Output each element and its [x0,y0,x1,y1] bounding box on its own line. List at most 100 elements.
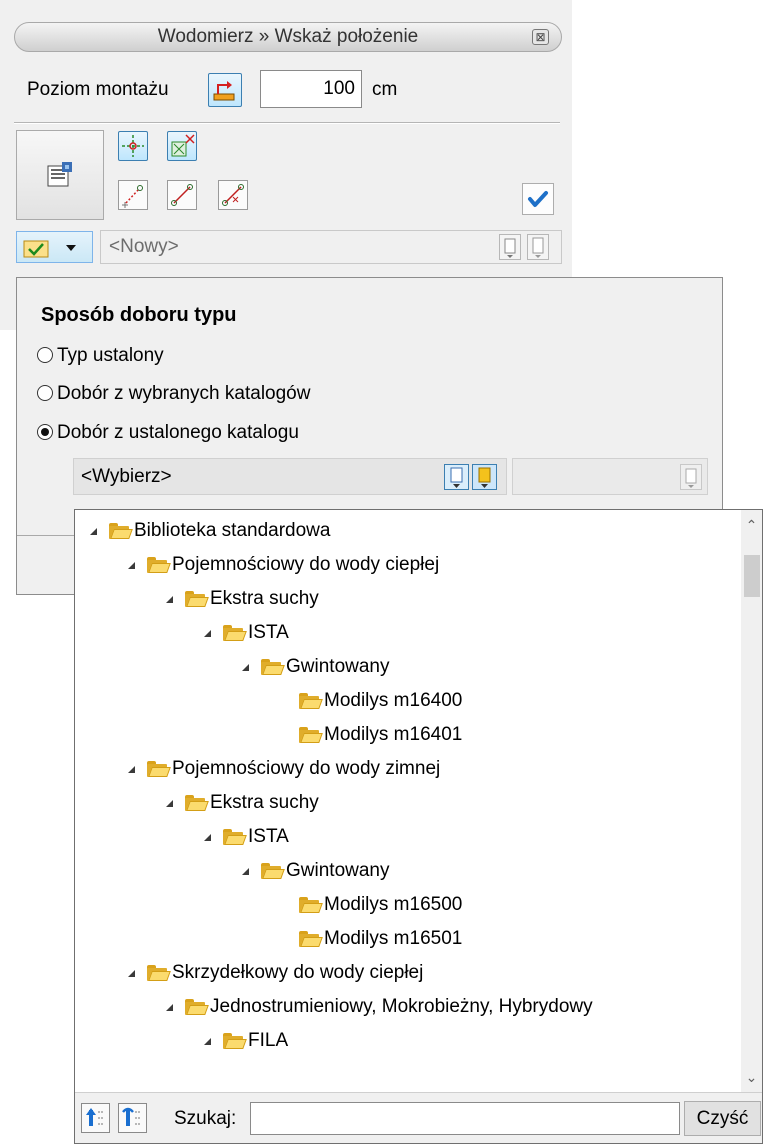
tree-item-label: Ekstra suchy [210,588,319,609]
folder-icon [185,795,209,811]
checked-folder-icon [23,240,49,258]
type-new-button[interactable] [499,234,521,260]
radio-button[interactable] [37,347,53,363]
expand-arrow-icon[interactable] [166,596,173,603]
expand-arrow-icon[interactable] [128,562,135,569]
radio-label: Typ ustalony [57,345,164,366]
line-offset-button[interactable] [218,180,248,210]
expand-arrow-icon[interactable] [166,800,173,807]
folder-icon [147,557,171,573]
line-between-icon [171,184,193,206]
catalog-side-button[interactable] [680,464,702,490]
tree-item-label: Modilys m16400 [324,690,463,711]
window-title: Wodomierz » Wskaż położenie [157,26,419,47]
expand-arrow-icon[interactable] [166,1004,173,1011]
radio-button-checked[interactable] [37,424,53,440]
save-type-icon [532,237,544,258]
vertical-scrollbar[interactable]: ⌃ ⌄ [741,510,762,1092]
folder-icon [261,659,285,675]
start-line-icon [122,185,143,208]
type-combo-value: <Nowy> [109,236,179,257]
expand-arrow-icon[interactable] [90,528,97,535]
folder-icon [223,1033,247,1049]
properties-button[interactable] [16,130,104,220]
folder-icon [147,761,171,777]
folder-icon [223,625,247,641]
insert-point-button[interactable] [118,131,148,161]
folder-icon [299,897,323,913]
insert-in-box-icon [171,134,195,157]
catalog-browse-button[interactable] [444,464,469,490]
tree-item-label: Ekstra suchy [210,792,319,813]
expand-arrow-icon[interactable] [242,868,249,875]
close-icon[interactable]: ⊠ [532,29,549,45]
scroll-up-icon[interactable]: ⌃ [741,510,762,534]
expand-arrow-icon[interactable] [128,766,135,773]
search-label: Szukaj: [174,1108,237,1129]
radio-label: Dobór z wybranych katalogów [57,383,311,404]
catalog-side-field [512,458,708,495]
type-save-button[interactable] [527,234,549,260]
chevron-down-icon [66,245,76,251]
catalog-document-icon [450,467,463,488]
document-icon [685,468,697,488]
catalog-tree[interactable]: Biblioteka standardowa Pojemnościowy do w… [75,510,742,1092]
folder-icon [147,965,171,981]
tree-item-label: Modilys m16401 [324,724,463,745]
expand-arrow-icon[interactable] [204,1038,211,1045]
search-input[interactable] [250,1102,680,1135]
tree-item-label: Gwintowany [286,860,390,881]
confirm-button[interactable] [522,183,554,215]
folder-icon [299,693,323,709]
popup-heading: Sposób doboru typu [41,304,237,326]
catalog-combo[interactable]: <Wybierz> [73,458,507,495]
radio-button[interactable] [37,385,53,401]
tree-item-label: Modilys m16501 [324,928,463,949]
line-between-button[interactable] [167,180,197,210]
type-combo[interactable]: <Nowy> [100,230,562,264]
insert-point-icon [122,135,144,157]
collapse-all-button[interactable] [118,1103,147,1133]
tree-item-label: Jednostrumieniowy, Mokrobieżny, Hybrydow… [210,996,593,1017]
tree-item-label: Modilys m16500 [324,894,463,915]
document-icon [504,238,516,258]
expand-all-button[interactable] [81,1103,110,1133]
expand-arrow-icon[interactable] [242,664,249,671]
folder-icon [299,931,323,947]
tree-item-label: Gwintowany [286,656,390,677]
folder-icon [185,591,209,607]
pick-level-button[interactable] [208,73,242,107]
collapse-tree-icon [122,1107,141,1126]
line-offset-icon [222,184,244,206]
tree-item-label: Skrzydełkowy do wody ciepłej [172,962,424,983]
insert-in-box-button[interactable] [167,131,197,161]
mounting-level-input[interactable]: 100 [260,70,362,108]
expand-arrow-icon[interactable] [128,970,135,977]
type-select-button[interactable] [16,231,93,263]
scroll-thumb[interactable] [744,555,760,597]
catalog-tree-panel: Biblioteka standardowa Pojemnościowy do w… [74,509,763,1144]
folder-icon [185,999,209,1015]
database-icon [478,467,491,488]
expand-arrow-icon[interactable] [204,630,211,637]
radio-label: Dobór z ustalonego katalogu [57,422,299,443]
tree-item-label: Pojemnościowy do wody ciepłej [172,554,440,575]
expand-arrow-icon[interactable] [204,834,211,841]
properties-icon [47,162,72,187]
catalog-combo-value: <Wybierz> [81,466,172,487]
clear-button[interactable]: Czyść [684,1101,761,1136]
checkmark-icon [528,191,548,207]
folder-icon [261,863,285,879]
expand-tree-icon [86,1108,104,1126]
catalog-database-button[interactable] [472,464,497,490]
divider [14,122,560,124]
tree-item-label: Biblioteka standardowa [134,520,331,541]
start-line-button[interactable] [118,180,148,210]
pick-level-icon [213,81,235,101]
scroll-down-icon[interactable]: ⌄ [741,1068,762,1092]
tree-item-label: ISTA [248,622,289,643]
tree-item-label: Pojemnościowy do wody zimnej [172,758,441,779]
tree-item-label: ISTA [248,826,289,847]
folder-icon [109,523,133,539]
title-bar[interactable]: Wodomierz » Wskaż położenie ⊠ [14,22,562,52]
